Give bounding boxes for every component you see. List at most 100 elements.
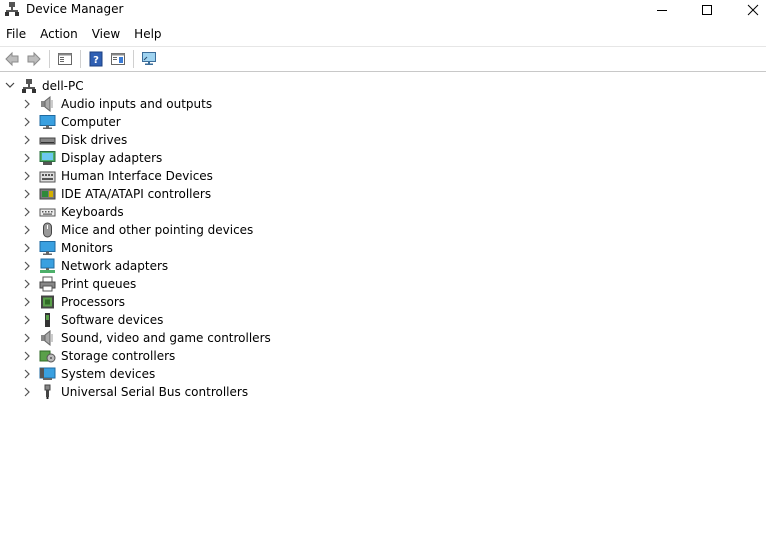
tree-node[interactable]: Human Interface Devices bbox=[0, 167, 766, 185]
help-button[interactable]: ? bbox=[85, 48, 107, 70]
properties-pane-icon bbox=[58, 53, 72, 65]
device-manager-icon bbox=[4, 1, 20, 17]
tree-node[interactable]: Audio inputs and outputs bbox=[0, 95, 766, 113]
properties-button[interactable] bbox=[54, 48, 76, 70]
software-device-icon bbox=[39, 312, 56, 328]
back-button[interactable] bbox=[1, 48, 23, 70]
update-driver-icon bbox=[111, 53, 125, 65]
tree-node-label: System devices bbox=[61, 367, 156, 381]
tree-node[interactable]: Computer bbox=[0, 113, 766, 131]
tree-node[interactable]: Keyboards bbox=[0, 203, 766, 221]
disk-drive-icon bbox=[39, 132, 56, 148]
tree-node-label: Keyboards bbox=[61, 205, 124, 219]
tree-node-label: Display adapters bbox=[61, 151, 163, 165]
tree-node[interactable]: Software devices bbox=[0, 311, 766, 329]
usb-icon bbox=[39, 384, 56, 400]
tree-node[interactable]: System devices bbox=[0, 365, 766, 383]
tree-node[interactable]: Monitors bbox=[0, 239, 766, 257]
hid-icon bbox=[39, 168, 56, 184]
tree-node-label: IDE ATA/ATAPI controllers bbox=[61, 187, 212, 201]
toolbar-separator bbox=[133, 50, 134, 68]
chevron-right-icon[interactable] bbox=[22, 296, 32, 308]
speaker-icon bbox=[39, 95, 56, 113]
minimize-icon bbox=[657, 10, 667, 11]
tree-node[interactable]: Processors bbox=[0, 293, 766, 311]
monitor-icon bbox=[39, 240, 56, 256]
chevron-right-icon[interactable] bbox=[22, 134, 32, 146]
printer-icon bbox=[39, 276, 56, 292]
scan-monitor-icon bbox=[142, 52, 156, 65]
title-bar[interactable]: Device Manager bbox=[0, 0, 766, 20]
tree-root-label: dell-PC bbox=[42, 79, 84, 93]
menu-view[interactable]: View bbox=[85, 24, 127, 44]
tree-node[interactable]: IDE ATA/ATAPI controllers bbox=[0, 185, 766, 203]
minimize-button[interactable] bbox=[639, 0, 685, 20]
toolbar-separator bbox=[80, 50, 81, 68]
chevron-right-icon[interactable] bbox=[22, 314, 32, 326]
chevron-right-icon[interactable] bbox=[22, 368, 32, 380]
tree-node-label: Print queues bbox=[61, 277, 137, 291]
tree-node[interactable]: Universal Serial Bus controllers bbox=[0, 383, 766, 401]
scan-hardware-button[interactable] bbox=[138, 48, 160, 70]
display-adapter-icon bbox=[39, 150, 56, 166]
processor-icon bbox=[39, 294, 56, 310]
tree-node-label: Sound, video and game controllers bbox=[61, 331, 271, 345]
chevron-right-icon[interactable] bbox=[22, 224, 32, 236]
system-device-icon bbox=[39, 366, 56, 382]
chevron-right-icon[interactable] bbox=[22, 116, 32, 128]
tree-node-label: Processors bbox=[61, 295, 126, 309]
window-title: Device Manager bbox=[26, 2, 124, 16]
back-arrow-icon bbox=[5, 51, 19, 67]
tree-node[interactable]: Sound, video and game controllers bbox=[0, 329, 766, 347]
ide-controller-icon bbox=[39, 186, 56, 202]
chevron-right-icon[interactable] bbox=[22, 332, 32, 344]
svg-text:?: ? bbox=[93, 55, 99, 66]
tree-root[interactable]: dell-PC bbox=[0, 77, 766, 95]
computer-icon bbox=[39, 114, 56, 130]
chevron-right-icon[interactable] bbox=[22, 206, 32, 218]
chevron-right-icon[interactable] bbox=[22, 386, 32, 398]
close-button[interactable] bbox=[730, 0, 766, 20]
chevron-right-icon[interactable] bbox=[22, 98, 32, 110]
help-icon: ? bbox=[89, 51, 103, 67]
chevron-down-icon[interactable] bbox=[4, 79, 16, 91]
chevron-right-icon[interactable] bbox=[22, 242, 32, 254]
computer-network-icon bbox=[21, 78, 37, 94]
menu-action[interactable]: Action bbox=[33, 24, 85, 44]
tree-node[interactable]: Storage controllers bbox=[0, 347, 766, 365]
storage-controller-icon bbox=[39, 348, 56, 364]
chevron-right-icon[interactable] bbox=[22, 278, 32, 290]
forward-button[interactable] bbox=[23, 48, 45, 70]
tree-node-label: Audio inputs and outputs bbox=[61, 97, 213, 111]
menu-help[interactable]: Help bbox=[127, 24, 168, 44]
chevron-right-icon[interactable] bbox=[22, 188, 32, 200]
tree-node-label: Human Interface Devices bbox=[61, 169, 213, 183]
network-adapter-icon bbox=[39, 258, 56, 274]
chevron-right-icon[interactable] bbox=[22, 260, 32, 272]
sound-controller-icon bbox=[39, 329, 56, 347]
tree-node-label: Monitors bbox=[61, 241, 113, 255]
forward-arrow-icon bbox=[27, 51, 41, 67]
tree-node[interactable]: Network adapters bbox=[0, 257, 766, 275]
chevron-right-icon[interactable] bbox=[22, 152, 32, 164]
tree-node-label: Mice and other pointing devices bbox=[61, 223, 254, 237]
menu-file[interactable]: File bbox=[0, 24, 33, 44]
tree-node[interactable]: Display adapters bbox=[0, 149, 766, 167]
tree-node-label: Disk drives bbox=[61, 133, 128, 147]
toolbar-separator bbox=[49, 50, 50, 68]
toolbar: ? bbox=[0, 46, 766, 72]
update-driver-button[interactable] bbox=[107, 48, 129, 70]
tree-node-label: Network adapters bbox=[61, 259, 169, 273]
tree-node-label: Computer bbox=[61, 115, 121, 129]
tree-node[interactable]: Disk drives bbox=[0, 131, 766, 149]
chevron-right-icon[interactable] bbox=[22, 350, 32, 362]
maximize-icon bbox=[702, 5, 712, 15]
tree-node-label: Universal Serial Bus controllers bbox=[61, 385, 249, 399]
tree-node[interactable]: Mice and other pointing devices bbox=[0, 221, 766, 239]
tree-node[interactable]: Print queues bbox=[0, 275, 766, 293]
tree-node-label: Software devices bbox=[61, 313, 164, 327]
mouse-icon bbox=[39, 222, 56, 238]
maximize-button[interactable] bbox=[684, 0, 730, 20]
tree-node-label: Storage controllers bbox=[61, 349, 176, 363]
chevron-right-icon[interactable] bbox=[22, 170, 32, 182]
